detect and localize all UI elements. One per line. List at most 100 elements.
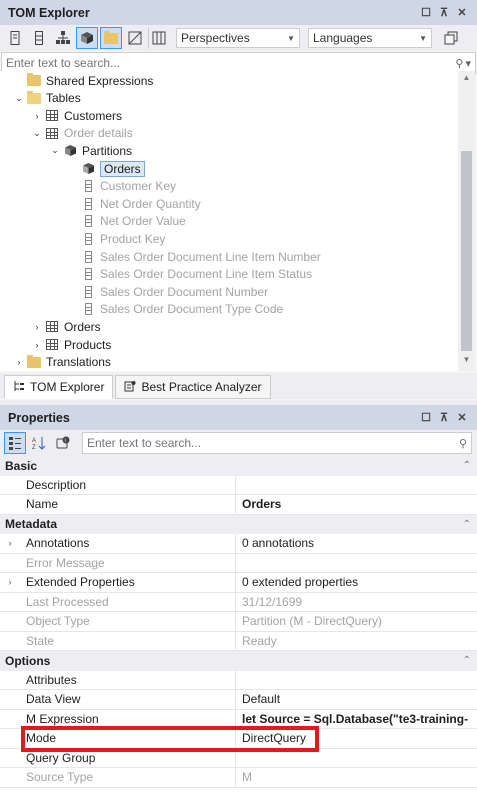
tree-item[interactable]: Sales Order Document Type Code	[66, 301, 283, 318]
folder-icon	[26, 73, 42, 88]
property-pages-icon[interactable]: i	[52, 432, 74, 454]
property-value[interactable]: Default	[236, 692, 477, 706]
expander-icon[interactable]: ›	[0, 573, 20, 592]
property-row-last-processed[interactable]: Last Processed 31/12/1699	[0, 592, 477, 612]
property-value[interactable]: Ready	[236, 634, 477, 648]
collapse-icon[interactable]: ⌃	[463, 519, 471, 530]
expander-icon[interactable]: ›	[30, 111, 44, 121]
panel-layout-icon[interactable]	[148, 27, 170, 49]
property-value[interactable]: DirectQuery	[236, 731, 477, 745]
scroll-down-icon[interactable]: ▼	[458, 355, 475, 369]
tree-item[interactable]: Net Order Value	[66, 213, 186, 230]
expander-icon[interactable]: ⌄	[12, 93, 26, 104]
languages-dropdown[interactable]: Languages ▼	[308, 28, 432, 48]
tree-item[interactable]: › Customers	[30, 107, 123, 124]
pin-icon[interactable]: ⊼	[435, 411, 453, 424]
device-icon[interactable]	[4, 27, 26, 49]
sort-az-icon[interactable]: AZ	[28, 432, 50, 454]
tree-scrollbar[interactable]: ▲ ▼	[458, 71, 475, 371]
property-row-source-type[interactable]: Source Type M	[0, 768, 477, 788]
property-row-name[interactable]: Name Orders	[0, 495, 477, 515]
tree-item[interactable]: › Products	[30, 336, 112, 353]
tree-item[interactable]: ⌄ Partitions	[48, 142, 132, 159]
property-row-query-group[interactable]: Query Group	[0, 748, 477, 768]
copy-icon[interactable]	[440, 27, 462, 49]
folder-toggle-icon[interactable]	[100, 27, 122, 49]
tree-icon	[13, 380, 25, 395]
properties-panel: Properties ☐ ⊼ ✕ AZ i ⚲	[0, 405, 477, 456]
property-value[interactable]: Orders	[236, 497, 477, 511]
category-basic[interactable]: Basic ⌃	[0, 456, 477, 476]
tree-item[interactable]: Net Order Quantity	[66, 195, 201, 212]
scroll-thumb[interactable]	[461, 151, 472, 351]
table-icon	[44, 338, 60, 352]
perspectives-dropdown[interactable]: Perspectives ▼	[176, 28, 300, 48]
category-options[interactable]: Options ⌃	[0, 651, 477, 671]
property-name: Last Processed	[20, 592, 236, 611]
collapse-icon[interactable]: ⌃	[463, 460, 471, 471]
property-value[interactable]: 0 annotations	[236, 536, 477, 550]
cube-icon[interactable]	[76, 27, 98, 49]
tree-item[interactable]: Sales Order Document Line Item Status	[66, 266, 312, 283]
scroll-up-icon[interactable]: ▲	[458, 73, 475, 87]
columns-icon[interactable]	[28, 27, 50, 49]
search-icon[interactable]: ⚲	[459, 437, 467, 450]
tree-item[interactable]: Orders	[66, 160, 145, 177]
props-search-input[interactable]	[87, 436, 457, 450]
column-icon	[80, 214, 96, 228]
tree-item[interactable]: ⌄ Tables	[12, 90, 81, 107]
property-row-error-message[interactable]: Error Message	[0, 553, 477, 573]
property-row-attributes[interactable]: Attributes	[0, 670, 477, 690]
svg-text:A: A	[32, 438, 36, 444]
property-value[interactable]: let Source = Sql.Database("te3-training-	[236, 712, 477, 726]
expander-icon[interactable]: ›	[0, 534, 20, 553]
property-row-annotations[interactable]: › Annotations 0 annotations	[0, 534, 477, 554]
property-name: Object Type	[20, 612, 236, 631]
close-icon[interactable]: ✕	[453, 411, 471, 424]
close-icon[interactable]: ✕	[453, 6, 471, 19]
property-value[interactable]: 31/12/1699	[236, 595, 477, 609]
property-row-object-type[interactable]: Object Type Partition (M - DirectQuery)	[0, 612, 477, 632]
property-value[interactable]: Partition (M - DirectQuery)	[236, 614, 477, 628]
float-icon[interactable]: ☐	[417, 6, 435, 19]
categorized-icon[interactable]	[4, 432, 26, 454]
hierarchy-icon[interactable]	[52, 27, 74, 49]
props-search-box[interactable]: ⚲	[82, 432, 472, 454]
chevron-down-icon: ▼	[419, 33, 427, 43]
tree-item[interactable]: Shared Expressions	[12, 72, 153, 89]
tree-item[interactable]: ⌄ Order details	[30, 125, 132, 142]
collapse-icon[interactable]: ⌃	[463, 655, 471, 666]
search-icon[interactable]: ⚲	[455, 57, 463, 70]
expander-icon[interactable]: ⌄	[30, 128, 44, 139]
tree-item[interactable]: › Orders	[30, 318, 101, 335]
expander-icon[interactable]: ⌄	[48, 145, 62, 156]
expander-icon[interactable]: ›	[30, 322, 44, 332]
property-row-data-view[interactable]: Data View Default	[0, 690, 477, 710]
property-row-m-expression[interactable]: M Expression let Source = Sql.Database("t…	[0, 709, 477, 729]
property-row-mode[interactable]: Mode DirectQuery	[0, 729, 477, 749]
tab-tom-explorer[interactable]: TOM Explorer	[4, 375, 114, 399]
search-dropdown-icon[interactable]: ▾	[465, 57, 471, 70]
tree-item[interactable]: › Translations	[12, 354, 111, 371]
property-row-state[interactable]: State Ready	[0, 631, 477, 651]
property-row-extended-properties[interactable]: › Extended Properties 0 extended propertie…	[0, 573, 477, 593]
tree-item[interactable]: Customer Key	[66, 178, 176, 195]
property-row-description[interactable]: Description	[0, 475, 477, 495]
tab-label: TOM Explorer	[30, 380, 105, 394]
tree-item[interactable]: Product Key	[66, 230, 165, 247]
category-metadata[interactable]: Metadata ⌃	[0, 514, 477, 534]
expander-icon[interactable]: ›	[12, 357, 26, 367]
tree-item[interactable]: Sales Order Document Number	[66, 283, 268, 300]
tree-item-label: Sales Order Document Type Code	[100, 302, 284, 317]
filter-icon[interactable]	[124, 27, 146, 49]
tree-item[interactable]: Sales Order Document Line Item Number	[66, 248, 321, 265]
tab-best-practice-analyzer[interactable]: Best Practice Analyzer	[115, 375, 271, 399]
tom-explorer-title: TOM Explorer	[8, 5, 90, 20]
pin-icon[interactable]: ⊼	[435, 6, 453, 19]
tom-search-input[interactable]	[6, 56, 454, 70]
float-icon[interactable]: ☐	[417, 411, 435, 424]
property-name: Mode	[20, 729, 236, 748]
property-value[interactable]: 0 extended properties	[236, 575, 477, 589]
expander-icon[interactable]: ›	[30, 340, 44, 350]
property-value[interactable]: M	[236, 770, 477, 784]
